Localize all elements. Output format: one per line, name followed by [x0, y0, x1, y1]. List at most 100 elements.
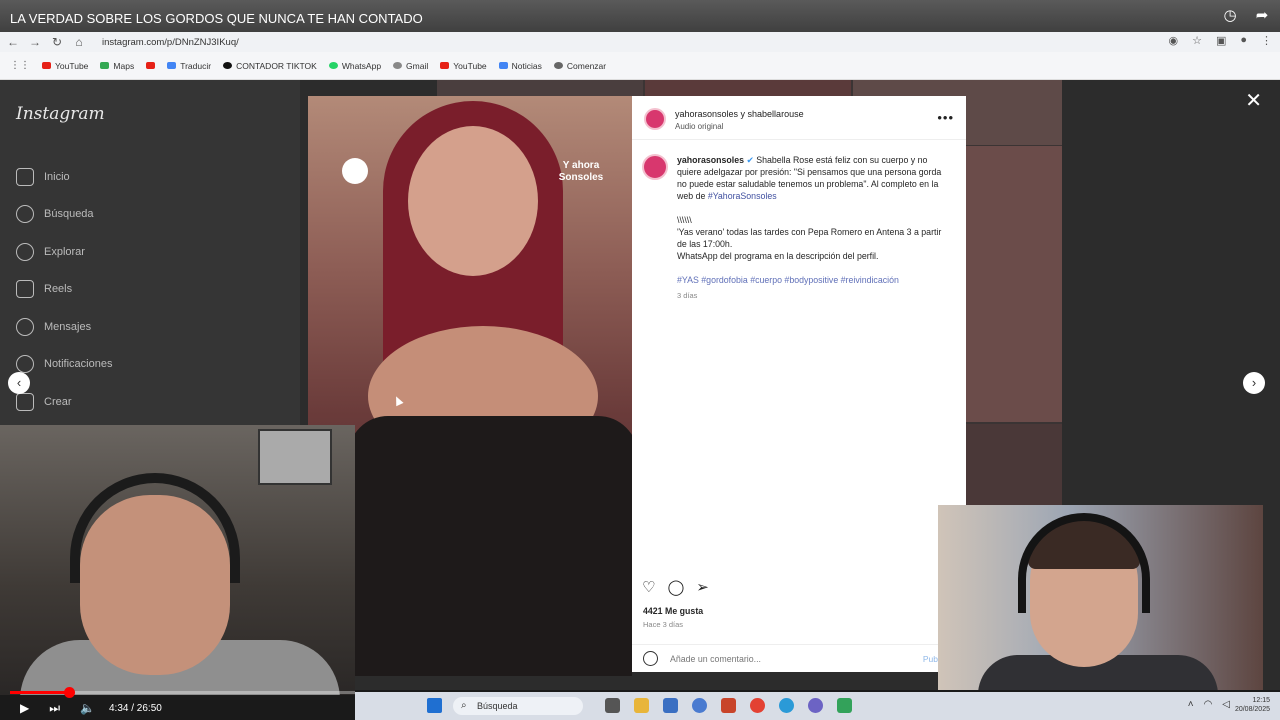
menu-icon[interactable]: ⋮ [1261, 34, 1272, 47]
chevron-up-icon[interactable]: ˄ [1188, 699, 1194, 710]
profile-icon[interactable]: ● [1240, 34, 1247, 47]
nav-item-inicio[interactable]: Inicio [16, 158, 112, 196]
whatsapp-icon [328, 62, 338, 69]
home-icon[interactable]: ⌂ [70, 35, 88, 49]
reels-icon [16, 280, 34, 299]
apps-icon[interactable]: ⋮⋮ [10, 60, 30, 71]
caption-separator: \\\\\\ [677, 215, 692, 225]
post-actions: ♡ ◯ ➢ [642, 578, 709, 596]
extension-icon[interactable]: ▣ [1216, 34, 1226, 47]
nav-item-mensajes[interactable]: Mensajes [16, 308, 112, 346]
bookmark-youtube-3[interactable]: YouTube [440, 61, 487, 71]
url-field[interactable]: instagram.com/p/DNnZNJ3IKuq/ [102, 37, 239, 48]
webcam-right [938, 505, 1263, 690]
headset [1018, 513, 1150, 613]
share-icon[interactable]: ➢ [696, 578, 709, 596]
maps-icon [100, 62, 110, 69]
youtube-icon [42, 62, 51, 69]
heart-icon [16, 355, 34, 374]
post-caption: yahorasonsoles ✔ Shabella Rose está feli… [677, 154, 949, 302]
system-tray: ˄ ◠ ◁ [1188, 699, 1230, 710]
more-options-icon[interactable]: ••• [937, 110, 954, 125]
video-time: 4:34 / 26:50 [109, 702, 162, 714]
app-icon-green[interactable] [837, 698, 852, 713]
video-progress-fill [10, 691, 69, 694]
bookmark-contador-tiktok[interactable]: CONTADOR TIKTOK [223, 61, 317, 71]
headset [70, 473, 240, 583]
volume-icon[interactable]: 🔈 [80, 701, 95, 715]
emoji-icon[interactable] [643, 651, 658, 666]
publish-button[interactable]: Pub [923, 654, 938, 664]
screen: LA VERDAD SOBRE LOS GORDOS QUE NUNCA TE … [0, 0, 1280, 720]
bookmark-youtube-2[interactable] [146, 62, 156, 69]
speaker-icon[interactable]: ◁ [1222, 699, 1230, 710]
instagram-sidebar: Instagram Inicio Búsqueda Explorar Reels… [0, 80, 300, 425]
next-icon[interactable]: ⏭ [49, 701, 60, 716]
post-panel: yahorasonsoles y shabellarouse Audio ori… [632, 96, 966, 672]
chrome-icon[interactable] [750, 698, 765, 713]
post-image[interactable]: Y ahora Sonsoles [308, 96, 632, 676]
store-icon[interactable] [663, 698, 678, 713]
tiktok-icon [223, 62, 233, 69]
search-icon: ⌕ [461, 700, 467, 711]
watch-later-icon[interactable]: ◷ [1222, 8, 1238, 24]
windows-start-icon[interactable] [427, 698, 442, 713]
eye-off-icon[interactable]: ◉ [1168, 34, 1178, 47]
google-icon [553, 62, 563, 69]
comment-input[interactable]: Añade un comentario... [670, 654, 761, 664]
bookmark-comenzar[interactable]: Comenzar [553, 61, 606, 71]
youtube-icon [440, 62, 450, 69]
settings-icon[interactable] [692, 698, 707, 713]
bookmark-youtube[interactable]: YouTube [42, 61, 88, 71]
share-icon[interactable]: ➦ [1254, 8, 1270, 24]
search-icon [16, 205, 34, 224]
post-authors[interactable]: yahorasonsoles y shabellarouse [675, 109, 804, 119]
nav-item-reels[interactable]: Reels [16, 271, 112, 309]
plus-icon [16, 392, 34, 411]
nav-item-crear[interactable]: Crear [16, 383, 112, 421]
app-icon[interactable] [721, 698, 736, 713]
like-count[interactable]: 4421 Me gusta [643, 606, 703, 616]
bookmark-whatsapp[interactable]: WhatsApp [328, 61, 381, 71]
avatar[interactable] [644, 108, 666, 130]
post-header: yahorasonsoles y shabellarouse Audio ori… [632, 96, 966, 140]
antena3-logo [342, 158, 368, 184]
wifi-icon[interactable]: ◠ [1204, 699, 1213, 710]
file-explorer-icon[interactable] [634, 698, 649, 713]
news-icon [498, 62, 508, 69]
nav-item-explorar[interactable]: Explorar [16, 233, 112, 271]
caption-link[interactable]: #YahoraSonsoles [708, 191, 777, 201]
bookmark-maps[interactable]: Maps [100, 61, 134, 71]
edge-icon[interactable] [779, 698, 794, 713]
nav-item-busqueda[interactable]: Búsqueda [16, 196, 112, 234]
bookmark-noticias[interactable]: Noticias [498, 61, 542, 71]
discord-icon[interactable] [808, 698, 823, 713]
star-icon[interactable]: ☆ [1192, 34, 1202, 47]
home-icon [16, 167, 34, 186]
task-view-icon[interactable] [605, 698, 620, 713]
compass-icon [16, 242, 34, 261]
taskbar-apps [605, 698, 852, 713]
video-title-bar: LA VERDAD SOBRE LOS GORDOS QUE NUNCA TE … [0, 0, 1280, 34]
close-modal-icon[interactable]: ✕ [1245, 88, 1262, 113]
caption-avatar[interactable] [642, 154, 668, 180]
bookmark-gmail[interactable]: Gmail [393, 61, 428, 71]
comment-icon[interactable]: ◯ [667, 578, 684, 596]
send-icon [16, 317, 34, 336]
caption-hashtags[interactable]: #YAS #gordofobia #cuerpo #bodypositive #… [677, 274, 949, 286]
back-icon[interactable]: ← [4, 35, 22, 49]
forward-icon[interactable]: → [26, 35, 44, 49]
like-icon[interactable]: ♡ [642, 578, 655, 596]
taskbar-search[interactable]: ⌕ Búsqueda [453, 697, 583, 715]
instagram-logo[interactable]: Instagram [16, 104, 105, 124]
nav-item-notificaciones[interactable]: Notificaciones [16, 346, 112, 384]
translate-icon [167, 62, 177, 69]
play-icon[interactable]: ▶ [20, 701, 29, 715]
previous-post-arrow[interactable]: ‹ [8, 372, 30, 394]
reload-icon[interactable]: ↻ [48, 35, 66, 49]
bookmark-traducir[interactable]: Traducir [167, 61, 211, 71]
caption-username[interactable]: yahorasonsoles [677, 155, 744, 165]
taskbar-clock[interactable]: 12:15 20/08/2025 [1235, 696, 1270, 714]
audio-label[interactable]: Audio original [675, 122, 723, 131]
next-post-arrow[interactable]: › [1243, 372, 1265, 394]
